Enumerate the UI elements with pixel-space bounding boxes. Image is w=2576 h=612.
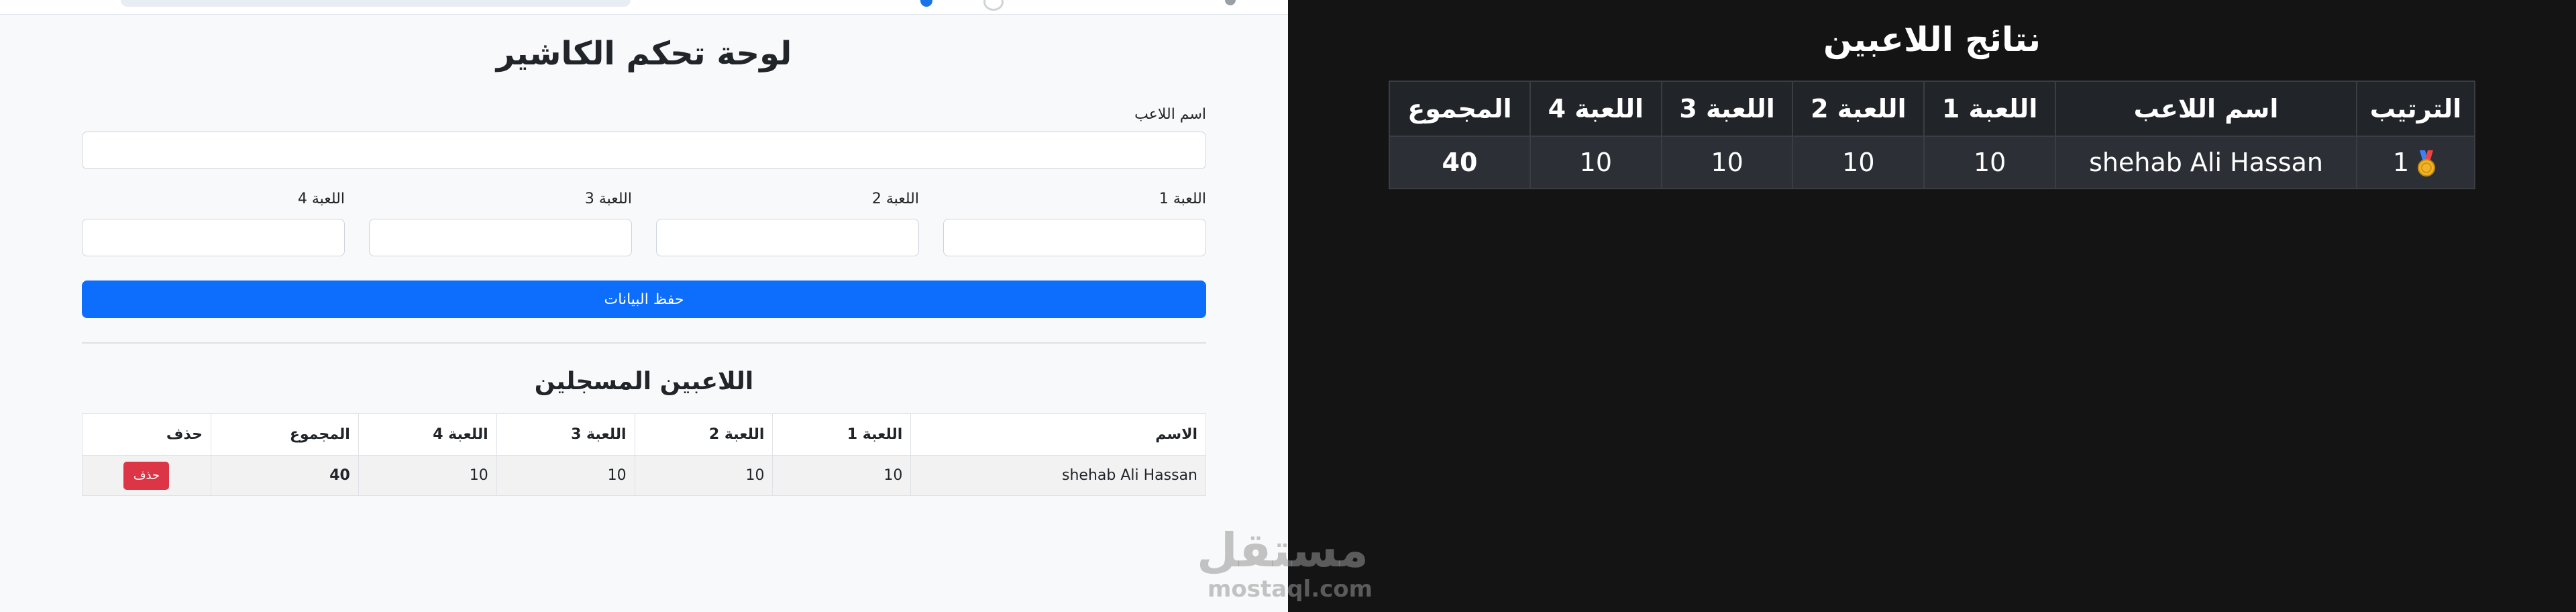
col-header-game-3: اللعبة 3: [496, 413, 635, 456]
save-button[interactable]: حفظ البيانات: [82, 280, 1206, 318]
cell-game-2: 10: [1792, 136, 1925, 189]
cell-game-4: 10: [1529, 136, 1662, 189]
registered-players-title: اللاعبين المسجلين: [534, 368, 754, 395]
game-1-label: اللعبة 1: [1159, 191, 1206, 207]
cell-game-4: 10: [358, 455, 497, 496]
col-header-delete: حذف: [82, 413, 211, 456]
results-title: نتائج اللاعبين: [1823, 20, 2041, 59]
game-3-input[interactable]: [369, 219, 632, 256]
cell-game-2: 10: [634, 455, 773, 496]
cell-game-3: 10: [1660, 136, 1794, 189]
cell-player-name: shehab Ali Hassan: [2054, 136, 2358, 189]
gold-medal-icon: [2414, 150, 2438, 177]
player-name-label: اسم اللاعب: [1134, 106, 1206, 123]
delete-button[interactable]: حذف: [123, 461, 170, 490]
game-4-input[interactable]: [82, 219, 345, 256]
col-header-name: الاسم: [910, 413, 1206, 456]
table-row: shehab Ali Hassan 10 10 10 10 40 حذف: [82, 455, 1206, 496]
divider: [82, 342, 1206, 344]
game-1-input[interactable]: [943, 219, 1206, 256]
registered-players-table: الاسم اللعبة 1 اللعبة 2 اللعبة 3 اللعبة …: [82, 413, 1206, 496]
cell-total: 40: [1389, 136, 1531, 189]
col-header-rank: الترتيب: [2356, 81, 2475, 137]
browser-extension-icon[interactable]: [983, 0, 1004, 11]
col-header-game-1: اللعبة 1: [1923, 81, 2056, 137]
game-2-label: اللعبة 2: [871, 191, 919, 207]
player-name-input[interactable]: [82, 132, 1206, 169]
results-table: الترتيب اسم اللاعب اللعبة 1 اللعبة 2 الل…: [1389, 81, 2475, 189]
cashier-panel: لوحة تحكم الكاشير اسم اللاعب اللعبة 1 ال…: [0, 0, 1288, 612]
game-4-label: اللعبة 4: [297, 191, 345, 207]
col-header-game-4: اللعبة 4: [358, 413, 497, 456]
col-header-game-4: اللعبة 4: [1529, 81, 1662, 137]
watermark: مستقل mostaql.com: [1196, 523, 1373, 603]
rank-value: 1: [2392, 147, 2410, 177]
results-header-row: الترتيب اسم اللاعب اللعبة 1 اللعبة 2 الل…: [1389, 81, 2475, 137]
cell-rank: 1: [2356, 136, 2475, 189]
col-header-game-3: اللعبة 3: [1660, 81, 1794, 137]
results-row: 1 shehab Ali Hassan 10 10 10 10 40: [1389, 136, 2475, 189]
results-panel: نتائج اللاعبين الترتيب اسم اللاعب اللعبة…: [1288, 0, 2576, 612]
page-title: لوحة تحكم الكاشير: [496, 35, 792, 72]
browser-menu-icon[interactable]: [1225, 0, 1236, 5]
game-3-label: اللعبة 3: [584, 191, 632, 207]
table-header-row: الاسم اللعبة 1 اللعبة 2 اللعبة 3 اللعبة …: [82, 413, 1206, 456]
watermark-latin: mostaql.com: [1208, 576, 1373, 603]
cell-name: shehab Ali Hassan: [910, 455, 1206, 496]
total-value: 40: [329, 467, 350, 484]
col-header-player-name: اسم اللاعب: [2054, 81, 2358, 137]
cell-total: 40: [210, 455, 359, 496]
col-header-game-2: اللعبة 2: [1792, 81, 1925, 137]
col-header-game-1: اللعبة 1: [772, 413, 912, 456]
cell-game-1: 10: [772, 455, 912, 496]
col-header-total: المجموع: [1389, 81, 1531, 137]
cell-game-3: 10: [496, 455, 635, 496]
col-header-game-2: اللعبة 2: [634, 413, 773, 456]
cell-delete: حذف: [82, 455, 211, 496]
watermark-arabic: مستقل: [1196, 523, 1368, 578]
browser-profile-icon[interactable]: [920, 0, 932, 7]
cell-game-1: 10: [1923, 136, 2056, 189]
address-bar[interactable]: [121, 0, 631, 7]
browser-top-strip: [0, 0, 1288, 15]
game-2-input[interactable]: [656, 219, 919, 256]
col-header-total: المجموع: [210, 413, 359, 456]
